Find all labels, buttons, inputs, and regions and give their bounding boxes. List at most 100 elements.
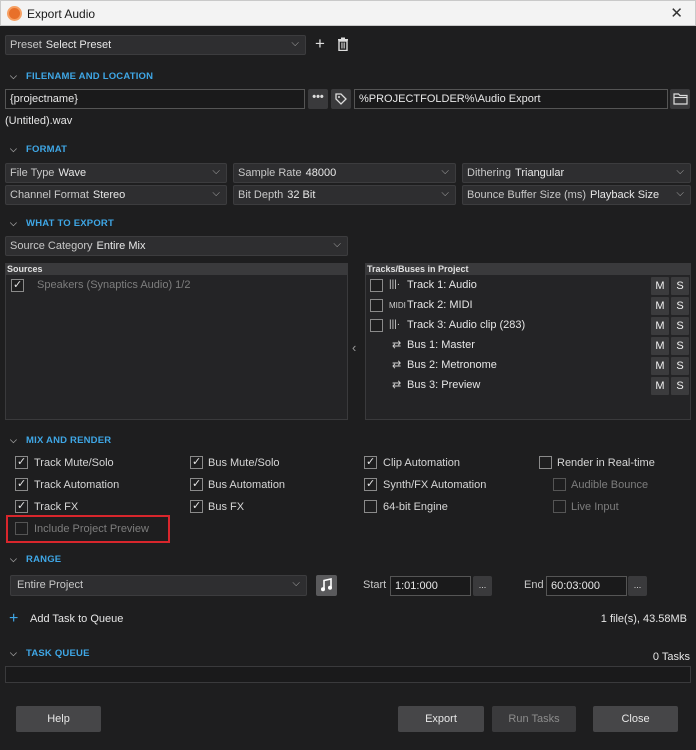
audible-bounce-checkbox[interactable]	[553, 478, 566, 491]
add-icon[interactable]: +	[9, 610, 18, 628]
track-row[interactable]: |||· Track 1: Audio M S	[366, 276, 690, 296]
chevron-down-icon: ⌵	[441, 166, 449, 177]
track-row[interactable]: |||· Track 3: Audio clip (283) M S	[366, 316, 690, 336]
bus-automation-checkbox[interactable]	[190, 477, 203, 491]
solo-button[interactable]: S	[671, 277, 689, 295]
bounce-buffer-dropdown[interactable]: Bounce Buffer Size (ms) Playback Size ⌵	[462, 185, 691, 205]
bus-fx-label: Bus FX	[208, 501, 245, 513]
section-task-queue[interactable]: ⌵ TASK QUEUE	[10, 648, 90, 659]
folder-icon[interactable]	[670, 89, 690, 109]
section-format[interactable]: ⌵ FORMAT	[10, 144, 67, 155]
track-row[interactable]: ⇄ Bus 2: Metronome M S	[366, 356, 690, 376]
live-input-checkbox[interactable]	[553, 500, 566, 513]
dithering-label: Dithering	[467, 167, 512, 179]
track-checkbox[interactable]	[370, 319, 383, 332]
track-mute-solo-label: Track Mute/Solo	[34, 457, 114, 469]
task-queue-list[interactable]	[5, 666, 691, 683]
chevron-down-icon: ⌵	[676, 166, 684, 177]
tag-icon[interactable]	[331, 89, 351, 109]
bus-mute-solo-checkbox[interactable]	[190, 455, 203, 469]
bus-icon: ⇄	[392, 339, 402, 351]
channel-format-dropdown[interactable]: Channel Format Stereo ⌵	[5, 185, 227, 205]
track-fx-label: Track FX	[34, 501, 79, 513]
bit-depth-dropdown[interactable]: Bit Depth 32 Bit ⌵	[233, 185, 456, 205]
section-mix-render[interactable]: ⌵ MIX AND RENDER	[10, 435, 111, 446]
mute-button[interactable]: M	[651, 297, 669, 315]
include-preview-label: Include Project Preview	[34, 523, 149, 535]
sample-rate-dropdown[interactable]: Sample Rate 48000 ⌵	[233, 163, 456, 183]
bus-mute-solo-label: Bus Mute/Solo	[208, 457, 280, 469]
music-note-icon[interactable]	[316, 575, 337, 596]
add-task-button[interactable]: Add Task to Queue	[30, 613, 123, 625]
add-preset-icon[interactable]: +	[315, 34, 325, 54]
export-button[interactable]: Export	[398, 706, 484, 732]
track-automation-label: Track Automation	[34, 479, 120, 491]
preset-value: Select Preset	[45, 39, 112, 51]
run-tasks-button[interactable]: Run Tasks	[492, 706, 576, 732]
section-filename-location[interactable]: ⌵ FILENAME AND LOCATION	[10, 71, 153, 82]
track-checkbox[interactable]	[370, 279, 383, 292]
track-row[interactable]: MIDI Track 2: MIDI M S	[366, 296, 690, 316]
track-checkbox[interactable]	[370, 299, 383, 312]
source-category-label: Source Category	[10, 240, 93, 252]
mute-button[interactable]: M	[651, 337, 669, 355]
end-time-picker-button[interactable]: ...	[628, 576, 647, 596]
mute-button[interactable]: M	[651, 377, 669, 395]
track-fx-checkbox[interactable]	[15, 499, 28, 513]
file-type-dropdown[interactable]: File Type Wave ⌵	[5, 163, 227, 183]
tracks-panel: Tracks/Buses in Project |||· Track 1: Au…	[365, 263, 691, 420]
close-button[interactable]: Close	[593, 706, 678, 732]
audible-bounce-label: Audible Bounce	[571, 479, 649, 491]
section-title: FORMAT	[26, 144, 68, 155]
solo-button[interactable]: S	[671, 357, 689, 375]
track-row[interactable]: ⇄ Bus 1: Master M S	[366, 336, 690, 356]
track-automation-checkbox[interactable]	[15, 477, 28, 491]
file-info: 1 file(s), 43.58MB	[600, 613, 687, 625]
dithering-dropdown[interactable]: Dithering Triangular ⌵	[462, 163, 691, 183]
section-range[interactable]: ⌵ RANGE	[10, 554, 61, 565]
close-icon[interactable]: ✕	[670, 4, 683, 22]
bus-icon: ⇄	[392, 359, 402, 371]
source-checkbox[interactable]	[11, 278, 24, 292]
mute-button[interactable]: M	[651, 357, 669, 375]
render-realtime-checkbox[interactable]	[539, 456, 552, 469]
clip-automation-checkbox[interactable]	[364, 455, 377, 469]
start-time-picker-button[interactable]: ...	[473, 576, 492, 596]
mute-button[interactable]: M	[651, 277, 669, 295]
help-button[interactable]: Help	[16, 706, 101, 732]
export-path-input[interactable]: %PROJECTFOLDER%\Audio Export	[354, 89, 668, 109]
solo-button[interactable]: S	[671, 297, 689, 315]
chevron-left-icon[interactable]: ‹	[352, 340, 356, 355]
midi-icon: MIDI	[389, 301, 406, 310]
preset-dropdown[interactable]: Preset Select Preset ⌵	[5, 35, 306, 55]
bit-depth-value: 32 Bit	[287, 189, 316, 201]
track-row[interactable]: ⇄ Bus 3: Preview M S	[366, 376, 690, 396]
start-time-input[interactable]: 1:01:000	[390, 576, 471, 596]
audio-clip-icon: |||·	[389, 319, 401, 330]
track-name: Track 2: MIDI	[407, 299, 473, 311]
section-what-to-export[interactable]: ⌵ WHAT TO EXPORT	[10, 218, 114, 229]
track-mute-solo-checkbox[interactable]	[15, 455, 28, 469]
bus-fx-checkbox[interactable]	[190, 499, 203, 513]
trash-icon[interactable]	[337, 37, 349, 52]
mute-button[interactable]: M	[651, 317, 669, 335]
chevron-down-icon: ⌵	[212, 166, 220, 177]
more-options-icon[interactable]: •••	[308, 89, 328, 109]
source-category-dropdown[interactable]: Source Category Entire Mix ⌵	[5, 236, 348, 256]
section-title: MIX AND RENDER	[26, 435, 112, 446]
end-time-input[interactable]: 60:03:000	[546, 576, 627, 596]
include-preview-checkbox[interactable]	[15, 522, 28, 535]
section-title: TASK QUEUE	[26, 648, 90, 659]
synth-fx-automation-checkbox[interactable]	[364, 477, 377, 491]
start-label: Start	[363, 579, 387, 591]
filename-input[interactable]: {projectname}	[5, 89, 305, 109]
sources-header: Sources	[6, 264, 347, 275]
solo-button[interactable]: S	[671, 317, 689, 335]
solo-button[interactable]: S	[671, 377, 689, 395]
range-dropdown[interactable]: Entire Project ⌵	[10, 575, 307, 596]
file-type-label: File Type	[10, 167, 55, 179]
app-logo-icon	[7, 6, 22, 21]
engine-64bit-checkbox[interactable]	[364, 500, 377, 513]
solo-button[interactable]: S	[671, 337, 689, 355]
file-type-value: Wave	[58, 167, 87, 179]
